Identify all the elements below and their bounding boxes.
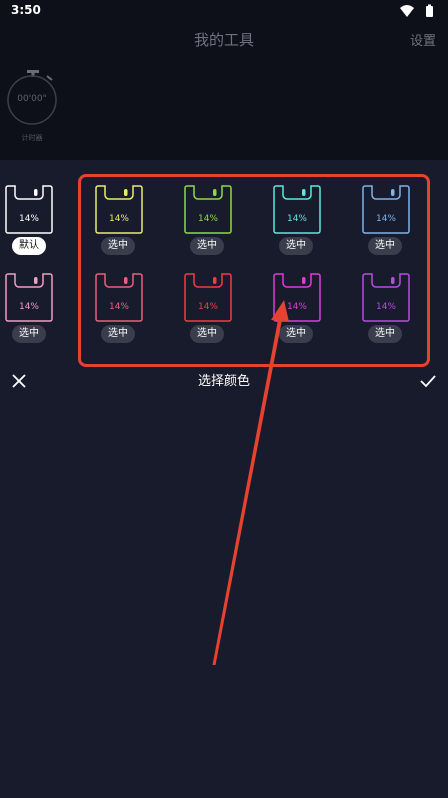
battery-widget-icon [184,185,232,234]
status-bar: 3:50 [0,0,448,22]
percent-label: 14% [108,214,129,224]
color-option-magenta[interactable]: 14% 选中 [272,273,324,343]
select-pill[interactable]: 选中 [279,237,313,255]
battery-widget-icon [273,185,321,234]
color-picker-sheet: 14% 默认 14% 选中 14% 选中 14% 选中 14% 选中 14% 选… [0,160,448,798]
color-option-default[interactable]: 14% 默认 [4,185,56,255]
select-pill[interactable]: 选中 [101,237,135,255]
select-pill[interactable]: 选中 [368,237,402,255]
percent-label: 14% [286,302,307,312]
color-option-red[interactable]: 14% 选中 [183,273,235,343]
default-pill[interactable]: 默认 [12,237,46,255]
battery-widget-icon [362,273,410,322]
check-icon[interactable] [419,373,437,389]
stopwatch-label: 计时器 [21,134,43,142]
select-pill[interactable]: 选中 [12,325,46,343]
color-option-green[interactable]: 14% 选中 [183,185,235,255]
percent-label: 14% [375,302,396,312]
picker-title: 选择颜色 [197,374,250,389]
screen: 3:50 我的工具 设置 00'00" 计时器 14% 默认 14% 选中 14… [0,0,448,798]
tools-background: 3:50 我的工具 设置 00'00" 计时器 [0,0,448,160]
battery-widget-icon [95,273,143,322]
percent-label: 14% [108,302,129,312]
percent-label: 14% [197,302,218,312]
battery-widget-icon [5,185,53,234]
settings-button[interactable]: 设置 [410,30,436,49]
system-icons [400,4,433,17]
percent-label: 14% [18,302,39,312]
page-title: 我的工具 [193,31,254,49]
color-option-rose[interactable]: 14% 选中 [94,273,146,343]
select-pill[interactable]: 选中 [101,325,135,343]
color-option-purple[interactable]: 14% 选中 [361,273,413,343]
percent-label: 14% [197,214,218,224]
battery-widget-icon [184,273,232,322]
battery-widget-icon [5,273,53,322]
picker-action-bar: 选择颜色 [0,365,448,395]
color-option-blue[interactable]: 14% 选中 [361,185,413,255]
color-option-pink[interactable]: 14% 选中 [4,273,56,343]
battery-widget-icon [273,273,321,322]
select-pill[interactable]: 选中 [279,325,313,343]
percent-label: 14% [286,214,307,224]
select-pill[interactable]: 选中 [190,237,224,255]
select-pill[interactable]: 选中 [190,325,224,343]
color-option-yellow[interactable]: 14% 选中 [94,185,146,255]
wifi-icon [400,5,414,17]
color-option-cyan[interactable]: 14% 选中 [272,185,324,255]
select-pill[interactable]: 选中 [368,325,402,343]
battery-widget-icon [95,185,143,234]
status-time: 3:50 [11,3,41,17]
percent-label: 14% [18,214,39,224]
stopwatch-readout: 00'00" [17,94,47,104]
percent-label: 14% [375,214,396,224]
battery-widget-icon [362,185,410,234]
battery-icon [426,6,433,17]
